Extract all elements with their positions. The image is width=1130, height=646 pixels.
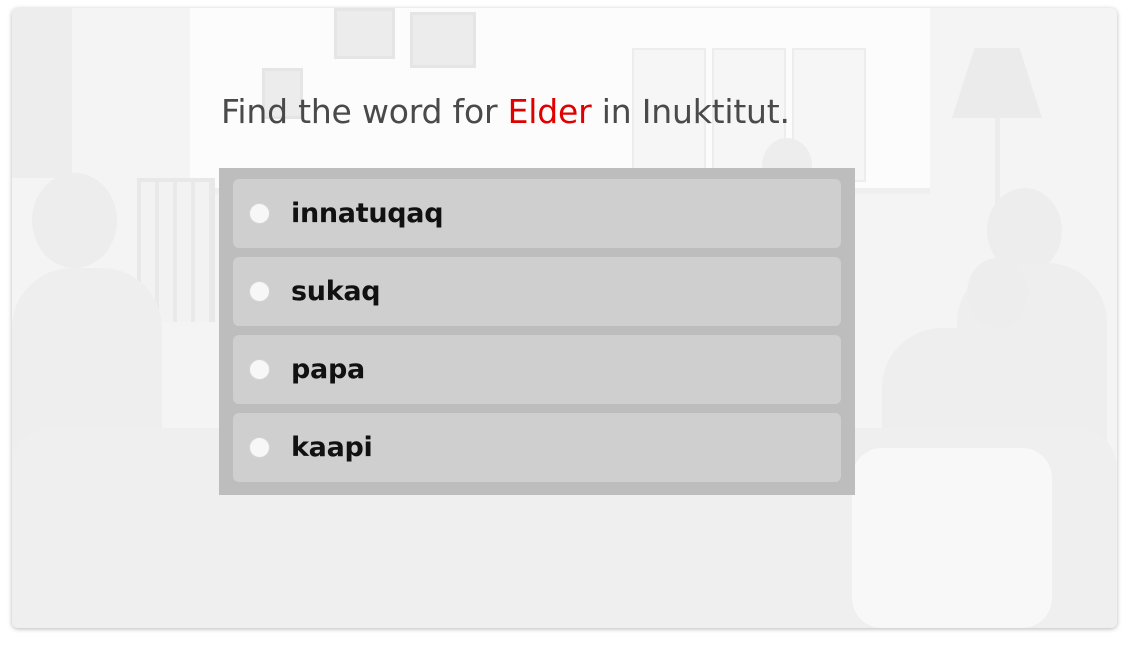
answer-option[interactable]: papa	[233, 335, 841, 404]
radio-button[interactable]	[249, 203, 270, 224]
question-text: Find the word for Elder in Inuktitut.	[221, 92, 790, 131]
question-suffix: in Inuktitut.	[601, 92, 790, 131]
answer-option-label: innatuqaq	[291, 198, 444, 229]
question-target-word: Elder	[507, 92, 592, 131]
answer-option-label: papa	[291, 354, 365, 385]
radio-button[interactable]	[249, 359, 270, 380]
answer-option[interactable]: sukaq	[233, 257, 841, 326]
answer-option[interactable]: kaapi	[233, 413, 841, 482]
answer-option-label: sukaq	[291, 276, 381, 307]
radio-button[interactable]	[249, 281, 270, 302]
answer-option-label: kaapi	[291, 432, 373, 463]
answer-options: innatuqaq sukaq papa kaapi	[219, 168, 855, 495]
question-prefix: Find the word for	[221, 92, 498, 131]
answer-option[interactable]: innatuqaq	[233, 179, 841, 248]
quiz-card: Find the word for Elder in Inuktitut. in…	[12, 8, 1117, 628]
radio-button[interactable]	[249, 437, 270, 458]
